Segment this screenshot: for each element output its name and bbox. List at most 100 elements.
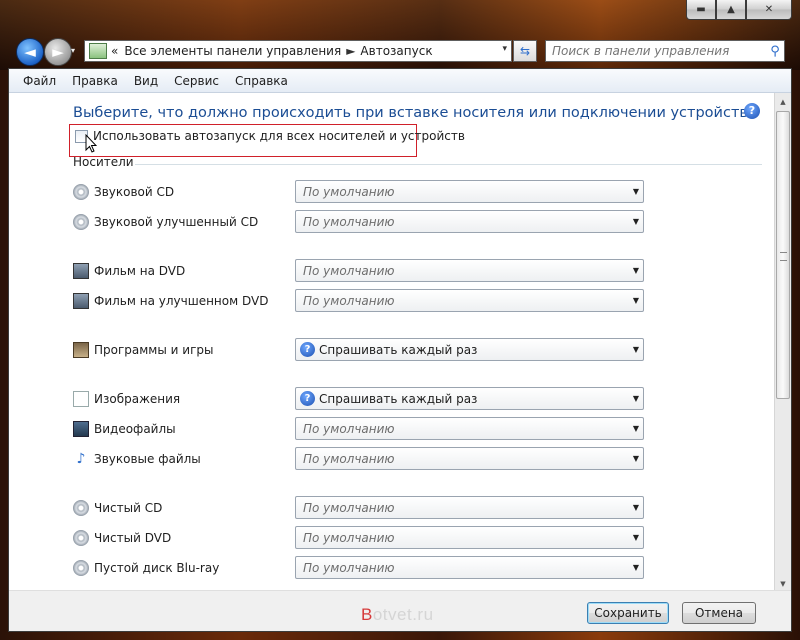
grip-icon <box>780 252 787 261</box>
recent-pages-button[interactable]: ▾ <box>71 46 75 55</box>
media-action-select[interactable]: По умолчанию ▼ <box>295 447 644 470</box>
media-row-audio-files: ♪ Звуковые файлы По умолчанию ▼ <box>73 447 653 471</box>
dropdown-arrow-icon[interactable]: ▼ <box>629 533 643 542</box>
client-area: Файл Правка Вид Сервис Справка Выберите,… <box>8 68 792 632</box>
menu-view[interactable]: Вид <box>126 74 166 88</box>
dropdown-arrow-icon[interactable]: ▼ <box>629 345 643 354</box>
dropdown-arrow-icon[interactable]: ▼ <box>629 424 643 433</box>
dropdown-arrow-icon[interactable]: ▼ <box>629 266 643 275</box>
maximize-button[interactable]: ▲ <box>716 0 746 20</box>
select-value: По умолчанию <box>303 500 395 515</box>
media-row-audio-cd: Звуковой CD По умолчанию ▼ <box>73 180 653 204</box>
watermark-rest: otvet.ru <box>372 605 434 624</box>
menu-bar: Файл Правка Вид Сервис Справка <box>9 69 791 93</box>
search-icon[interactable]: ⚲ <box>766 44 784 59</box>
minimize-button[interactable]: ▬ <box>686 0 716 20</box>
address-bar[interactable]: « Все элементы панели управления ► Автоз… <box>84 40 512 62</box>
media-action-select[interactable]: По умолчанию ▼ <box>295 556 644 579</box>
dropdown-arrow-icon[interactable]: ▼ <box>629 217 643 226</box>
media-label: Изображения <box>94 392 181 406</box>
media-action-select[interactable]: По умолчанию ▼ <box>295 526 644 549</box>
control-panel-icon <box>89 43 107 59</box>
dropdown-arrow-icon[interactable]: ▼ <box>629 563 643 572</box>
breadcrumb-item-all-control-panel[interactable]: Все элементы панели управления <box>124 44 341 58</box>
menu-file[interactable]: Файл <box>15 74 64 88</box>
enhanced-audio-cd-icon <box>73 214 89 230</box>
media-row-dvd-movie: Фильм на DVD По умолчанию ▼ <box>73 259 653 283</box>
media-action-select[interactable]: По умолчанию ▼ <box>295 496 644 519</box>
scroll-thumb[interactable] <box>776 111 790 399</box>
select-value: По умолчанию <box>303 530 395 545</box>
media-action-select[interactable]: По умолчанию ▼ <box>295 289 644 312</box>
menu-help[interactable]: Справка <box>227 74 296 88</box>
back-button[interactable]: ◄ <box>16 38 44 66</box>
media-label: Звуковой CD <box>94 185 175 199</box>
search-input[interactable] <box>546 43 766 59</box>
media-action-select[interactable]: По умолчанию ▼ <box>295 210 644 233</box>
video-files-icon <box>73 421 89 437</box>
dropdown-arrow-icon[interactable]: ▼ <box>629 187 643 196</box>
media-row-enhanced-audio-cd: Звуковой улучшенный CD По умолчанию ▼ <box>73 210 653 234</box>
media-label: Пустой диск Blu-ray <box>94 561 220 575</box>
media-label: Фильм на улучшенном DVD <box>94 294 269 308</box>
vertical-scrollbar[interactable]: ▲ ▼ <box>774 93 791 593</box>
media-row-blank-bluray: Пустой диск Blu-ray По умолчанию ▼ <box>73 556 653 580</box>
mouse-cursor-icon <box>85 134 97 153</box>
blank-bluray-icon <box>73 560 89 576</box>
media-action-select[interactable]: ? Спрашивать каждый раз ▼ <box>295 387 644 410</box>
watermark: Botvet.ru <box>361 605 434 625</box>
select-value: По умолчанию <box>303 421 395 436</box>
media-action-select[interactable]: ? Спрашивать каждый раз ▼ <box>295 338 644 361</box>
software-games-icon <box>73 342 89 358</box>
footer-bar: Botvet.ru Сохранить Отмена <box>9 590 791 631</box>
autoplay-all-option[interactable]: Использовать автозапуск для всех носител… <box>75 129 465 143</box>
scroll-up-icon[interactable]: ▲ <box>776 94 790 110</box>
menu-tools[interactable]: Сервис <box>166 74 227 88</box>
blank-dvd-icon <box>73 530 89 546</box>
menu-edit[interactable]: Правка <box>64 74 126 88</box>
audio-cd-icon <box>73 184 89 200</box>
refresh-button[interactable]: ⇆ <box>513 40 537 62</box>
media-row-blank-dvd: Чистый DVD По умолчанию ▼ <box>73 526 653 550</box>
cancel-button[interactable]: Отмена <box>682 602 756 624</box>
breadcrumb-separator-icon[interactable]: ► <box>346 44 355 58</box>
blank-cd-icon <box>73 500 89 516</box>
navigation-bar: ◄ ► ▾ « Все элементы панели управления ►… <box>0 38 800 66</box>
page-title: Выберите, что должно происходить при вст… <box>73 105 757 121</box>
dropdown-arrow-icon[interactable]: ▼ <box>629 394 643 403</box>
group-divider <box>135 164 762 165</box>
forward-button[interactable]: ► <box>44 38 72 66</box>
media-action-select[interactable]: По умолчанию ▼ <box>295 417 644 440</box>
dropdown-arrow-icon[interactable]: ▼ <box>629 454 643 463</box>
dropdown-arrow-icon[interactable]: ▼ <box>629 296 643 305</box>
search-box[interactable]: ⚲ <box>545 40 785 62</box>
media-row-blank-cd: Чистый CD По умолчанию ▼ <box>73 496 653 520</box>
autoplay-all-label[interactable]: Использовать автозапуск для всех носител… <box>93 129 465 143</box>
select-value: Спрашивать каждый раз <box>319 391 478 406</box>
watermark-b: B <box>361 605 373 624</box>
autoplay-settings: Выберите, что должно происходить при вст… <box>9 93 773 593</box>
breadcrumb-item-autoplay[interactable]: Автозапуск <box>360 44 432 58</box>
enhanced-dvd-movie-icon <box>73 293 89 309</box>
save-button[interactable]: Сохранить <box>587 602 669 624</box>
media-label: Фильм на DVD <box>94 264 186 278</box>
close-button[interactable]: ✕ <box>746 0 792 20</box>
media-action-select[interactable]: По умолчанию ▼ <box>295 180 644 203</box>
select-value: По умолчанию <box>303 451 395 466</box>
select-value: По умолчанию <box>303 293 395 308</box>
media-label: Звуковые файлы <box>94 452 201 466</box>
breadcrumb-chevrons[interactable]: « <box>111 44 118 58</box>
help-icon[interactable]: ? <box>744 103 760 119</box>
media-row-enhanced-dvd-movie: Фильм на улучшенном DVD По умолчанию ▼ <box>73 289 653 313</box>
audio-files-icon: ♪ <box>76 451 86 467</box>
select-value: По умолчанию <box>303 214 395 229</box>
media-group-title: Носители <box>73 155 134 169</box>
media-action-select[interactable]: По умолчанию ▼ <box>295 259 644 282</box>
pictures-icon <box>73 391 89 407</box>
media-row-software-games: Программы и игры ? Спрашивать каждый раз… <box>73 338 653 362</box>
media-label: Видеофайлы <box>94 422 176 436</box>
dropdown-arrow-icon[interactable]: ▼ <box>629 503 643 512</box>
dvd-movie-icon <box>73 263 89 279</box>
media-label: Чистый CD <box>94 501 163 515</box>
address-dropdown-icon[interactable]: ▾ <box>502 44 507 54</box>
